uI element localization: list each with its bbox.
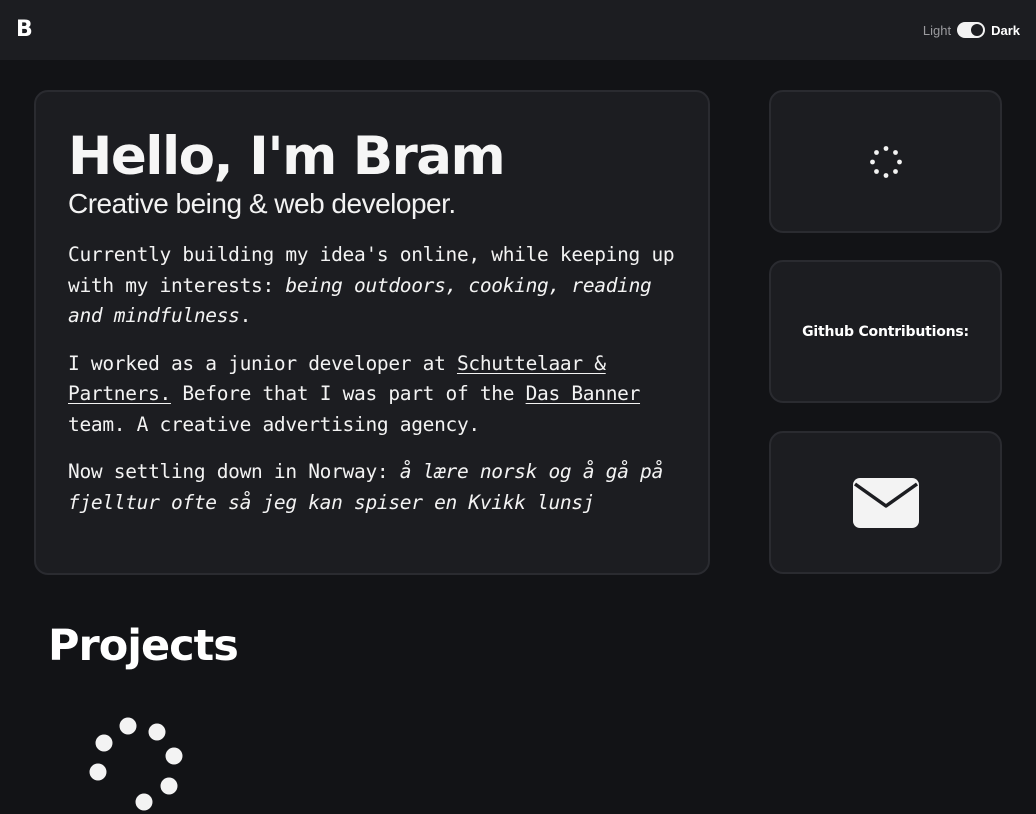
projects-loading-spinner-icon — [89, 717, 183, 811]
theme-toggle[interactable]: Light Dark — [923, 20, 1020, 40]
github-contributions-label: Github Contributions: — [802, 323, 969, 340]
theme-switch-knob — [971, 24, 984, 36]
intro-paragraph-interests: Currently building my idea's online, whi… — [68, 243, 675, 327]
theme-switch[interactable] — [957, 22, 986, 38]
contact-card[interactable] — [769, 431, 1002, 574]
top-bar: B Light Dark — [0, 0, 1036, 60]
intro-paragraph-norway: Now settling down in Norway: å lære nors… — [68, 460, 663, 514]
mail-icon — [852, 477, 919, 528]
github-card[interactable]: Github Contributions: — [769, 260, 1002, 403]
theme-light-label[interactable]: Light — [923, 23, 951, 38]
loading-spinner-icon — [869, 145, 902, 178]
das-banner-link[interactable]: Das Banner — [526, 382, 641, 405]
intro-subtitle: Creative being & web developer. — [68, 188, 456, 219]
logo[interactable]: B — [16, 16, 33, 44]
intro-title: Hello, I'm Bram — [68, 126, 506, 187]
intro-card: Hello, I'm Bram Creative being & web dev… — [34, 90, 710, 575]
intro-paragraph-work: I worked as a junior developer at Schutt… — [68, 351, 641, 436]
projects-heading: Projects — [48, 621, 239, 671]
theme-dark-label[interactable]: Dark — [991, 23, 1020, 38]
loading-card — [769, 90, 1002, 233]
